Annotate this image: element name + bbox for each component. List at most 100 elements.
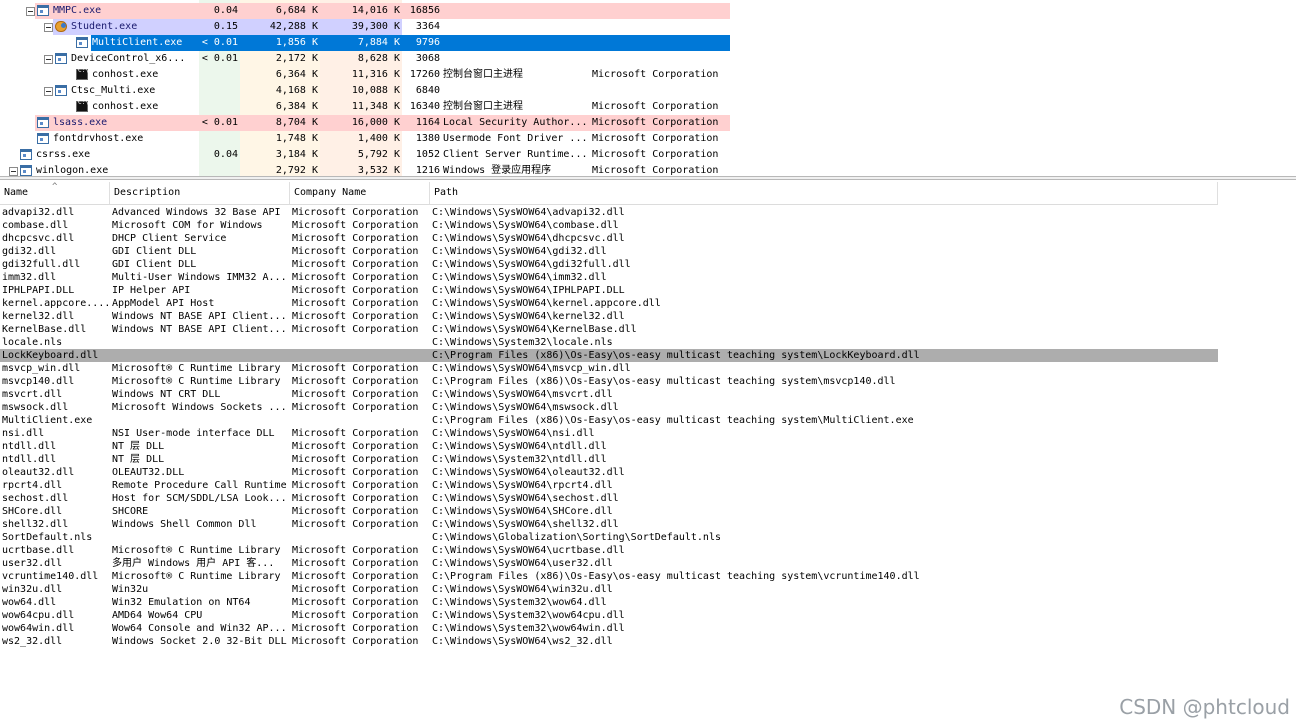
dll-description: Advanced Windows 32 Base API xyxy=(112,207,281,218)
dll-row[interactable]: rpcrt4.dll Remote Procedure Call Runtime M… xyxy=(0,479,1218,492)
dll-row[interactable]: shell32.dll Windows Shell Common Dll Micro… xyxy=(0,518,1218,531)
dll-row[interactable]: dhcpcsvc.dll DHCP Client Service Microsoft… xyxy=(0,232,1218,245)
dll-name: vcruntime140.dll xyxy=(2,571,99,582)
column-header-description-label: Description xyxy=(114,187,181,198)
private-bytes: 8,704 K xyxy=(275,117,318,128)
process-row[interactable]: winlogon.exe 2,792 K 3,532 K 1216 Windows 登录… xyxy=(0,163,730,176)
dll-company: Microsoft Corporation xyxy=(292,298,419,309)
column-header-name[interactable]: ^ Name xyxy=(0,182,110,204)
process-name: csrss.exe xyxy=(36,149,91,160)
dll-row[interactable]: ucrtbase.dll Microsoft® C Runtime Library… xyxy=(0,544,1218,557)
working-set: 7,884 K xyxy=(357,37,400,48)
process-row[interactable]: fontdrvhost.exe 1,748 K 1,400 K 1380 Usermod… xyxy=(0,131,730,147)
process-row[interactable]: conhost.exe 6,384 K 11,348 K 16340控制台窗口主进程 M… xyxy=(0,99,730,115)
dll-row[interactable]: IPHLPAPI.DLL IP Helper API Microsoft Corpo… xyxy=(0,284,1218,297)
process-description xyxy=(442,51,591,67)
column-header-company[interactable]: Company Name xyxy=(290,182,430,204)
dll-row[interactable]: msvcp_win.dll Microsoft® C Runtime Librar… xyxy=(0,362,1218,375)
dll-row[interactable]: mswsock.dll Microsoft Windows Sockets ...… xyxy=(0,401,1218,414)
dll-row[interactable]: SortDefault.nls C:\Windows\Globalization\… xyxy=(0,531,1218,544)
dll-name: IPHLPAPI.DLL xyxy=(2,285,75,296)
dll-row[interactable]: nsi.dll NSI User-mode interface DLL Micros… xyxy=(0,427,1218,440)
process-row[interactable]: Student.exe 0.15 42,288 K 39,300 K 3364 xyxy=(0,19,730,35)
process-name: conhost.exe xyxy=(92,101,159,112)
process-row[interactable]: csrss.exe 0.04 3,184 K 5,792 K 1052 Client Se… xyxy=(0,147,730,163)
process-row[interactable]: Ctsc_Multi.exe 4,168 K 10,088 K 6840 xyxy=(0,83,730,99)
dll-row[interactable]: advapi32.dll Advanced Windows 32 Base API… xyxy=(0,206,1218,219)
dll-name: MultiClient.exe xyxy=(2,415,93,426)
dll-row[interactable]: SHCore.dll SHCORE Microsoft Corporation C:\… xyxy=(0,505,1218,518)
collapse-toggle-icon[interactable] xyxy=(9,167,18,176)
dll-row[interactable]: gdi32full.dll GDI Client DLL Microsoft Cor… xyxy=(0,258,1218,271)
dll-row[interactable]: ws2_32.dll Windows Socket 2.0 32-Bit DLL M… xyxy=(0,635,1218,648)
dll-path: C:\Program Files (x86)\Os-Easy\os-easy m… xyxy=(432,350,920,361)
process-row[interactable]: MMPC.exe 0.04 6,684 K 14,016 K 16856 xyxy=(0,3,730,19)
window-icon xyxy=(55,85,67,96)
window-icon xyxy=(76,37,88,48)
pane-splitter[interactable] xyxy=(0,176,1296,180)
dll-name: SortDefault.nls xyxy=(2,532,93,543)
process-company: Microsoft Corporation xyxy=(592,69,719,80)
window-icon xyxy=(55,53,67,64)
console-icon xyxy=(76,99,89,112)
dll-row[interactable]: wow64.dll Win32 Emulation on NT64 Microsof… xyxy=(0,596,1218,609)
collapse-toggle-icon[interactable] xyxy=(44,55,53,64)
dll-row[interactable]: wow64win.dll Wow64 Console and Win32 AP..… xyxy=(0,622,1218,635)
dll-row[interactable]: vcruntime140.dll Microsoft® C Runtime Lib… xyxy=(0,570,1218,583)
dll-row[interactable]: LockKeyboard.dll C:\Program Files (x86)\O… xyxy=(0,349,1218,362)
dll-description: SHCORE xyxy=(112,506,149,517)
cpu-usage: < 0.01 xyxy=(201,37,238,48)
process-name: MultiClient.exe xyxy=(92,37,183,48)
dll-row[interactable]: KernelBase.dll Windows NT BASE API Client… xyxy=(0,323,1218,336)
process-row[interactable]: MultiClient.exe < 0.01 1,856 K 7,884 K 9796 xyxy=(0,35,730,51)
dll-company xyxy=(292,531,430,544)
dll-row[interactable]: ntdll.dll NT 层 DLL Microsoft Corporation C:… xyxy=(0,453,1218,466)
process-id: 16340 xyxy=(409,101,440,112)
dll-name: nsi.dll xyxy=(2,428,45,439)
dll-name: rpcrt4.dll xyxy=(2,480,63,491)
dll-name: shell32.dll xyxy=(2,519,69,530)
process-row[interactable]: conhost.exe 6,364 K 11,316 K 17260控制台窗口主进程 M… xyxy=(0,67,730,83)
dll-name: wow64cpu.dll xyxy=(2,610,75,621)
dll-row[interactable]: combase.dll Microsoft COM for Windows Micr… xyxy=(0,219,1218,232)
column-header-description[interactable]: Description xyxy=(110,182,290,204)
dll-row[interactable]: kernel32.dll Windows NT BASE API Client..… xyxy=(0,310,1218,323)
process-row[interactable]: lsass.exe < 0.01 8,704 K 16,000 K 1164 Local … xyxy=(0,115,730,131)
collapse-toggle-icon[interactable] xyxy=(26,7,35,16)
process-id: 16856 xyxy=(409,5,440,16)
dll-path: C:\Windows\System32\wow64cpu.dll xyxy=(432,610,625,621)
collapse-toggle-icon[interactable] xyxy=(44,87,53,96)
dll-list-header: ^ Name Description Company Name Path xyxy=(0,182,1218,205)
dll-name: msvcp140.dll xyxy=(2,376,75,387)
dll-row[interactable]: msvcp140.dll Microsoft® C Runtime Library… xyxy=(0,375,1218,388)
dll-row[interactable]: imm32.dll Multi-User Windows IMM32 A... Mi… xyxy=(0,271,1218,284)
process-id: 3364 xyxy=(415,21,440,32)
dll-row[interactable]: msvcrt.dll Windows NT CRT DLL Microsoft Co… xyxy=(0,388,1218,401)
dll-row[interactable]: oleaut32.dll OLEAUT32.DLL Microsoft Corpor… xyxy=(0,466,1218,479)
dll-name: msvcp_win.dll xyxy=(2,363,81,374)
column-header-path[interactable]: Path xyxy=(430,182,1218,204)
dll-row[interactable]: kernel.appcore.... AppModel API Host Micro… xyxy=(0,297,1218,310)
private-bytes: 1,856 K xyxy=(275,37,318,48)
dll-name: sechost.dll xyxy=(2,493,69,504)
collapse-toggle-icon[interactable] xyxy=(44,23,53,32)
dll-row[interactable]: ntdll.dll NT 层 DLL Microsoft Corporation C:… xyxy=(0,440,1218,453)
dll-company xyxy=(292,336,430,349)
dll-name: ntdll.dll xyxy=(2,454,57,465)
dll-path: C:\Windows\SysWOW64\gdi32.dll xyxy=(432,246,607,257)
dll-row[interactable]: gdi32.dll GDI Client DLL Microsoft Corpora… xyxy=(0,245,1218,258)
working-set: 8,628 K xyxy=(357,53,400,64)
working-set: 11,316 K xyxy=(351,69,400,80)
dll-row[interactable]: sechost.dll Host for SCM/SDDL/LSA Look...… xyxy=(0,492,1218,505)
process-row[interactable]: DeviceControl_x6... < 0.01 2,172 K 8,628 K 3… xyxy=(0,51,730,67)
dll-row[interactable]: locale.nls C:\Windows\System32\locale.nls xyxy=(0,336,1218,349)
dll-row[interactable]: win32u.dll Win32u Microsoft Corporation C:\… xyxy=(0,583,1218,596)
dll-row[interactable]: wow64cpu.dll AMD64 Wow64 CPU Microsoft Cor… xyxy=(0,609,1218,622)
process-id: 1164 xyxy=(415,117,440,128)
dll-row[interactable]: user32.dll 多用户 Windows 用户 API 客... Microso… xyxy=(0,557,1218,570)
dll-name: LockKeyboard.dll xyxy=(2,350,99,361)
dll-path: C:\Program Files (x86)\Os-Easy\os-easy m… xyxy=(432,376,896,387)
dll-name: mswsock.dll xyxy=(2,402,69,413)
process-description xyxy=(442,19,591,35)
dll-row[interactable]: MultiClient.exe C:\Program Files (x86)\Os… xyxy=(0,414,1218,427)
